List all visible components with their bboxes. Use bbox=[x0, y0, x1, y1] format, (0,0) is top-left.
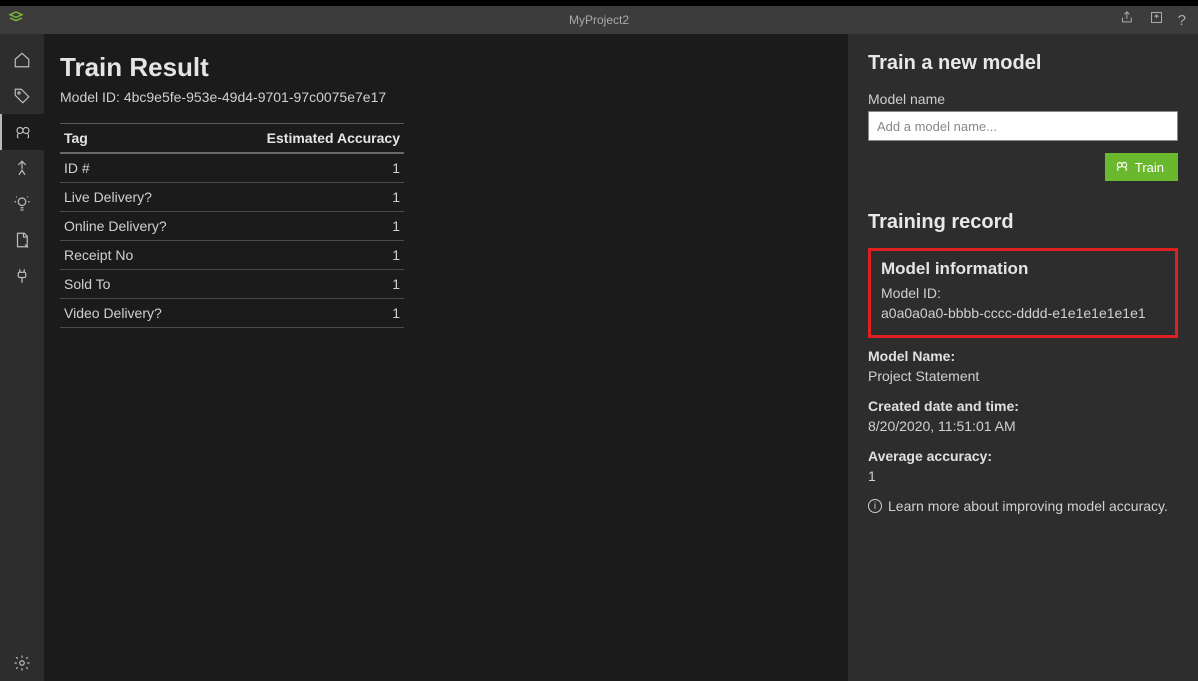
training-record-heading: Training record bbox=[868, 211, 1178, 234]
help-icon[interactable]: ? bbox=[1178, 12, 1186, 29]
model-info-highlight: Model information Model ID: a0a0a0a0-bbb… bbox=[868, 248, 1178, 338]
train-button[interactable]: Train bbox=[1105, 153, 1178, 181]
titlebar: MyProject2 ? bbox=[0, 6, 1198, 34]
created-value: 8/20/2020, 11:51:01 AM bbox=[868, 418, 1178, 434]
nav-bulb[interactable] bbox=[0, 186, 44, 222]
model-name-input[interactable] bbox=[868, 111, 1178, 141]
info-icon: i bbox=[868, 499, 882, 513]
learn-more-link[interactable]: i Learn more about improving model accur… bbox=[868, 498, 1178, 514]
page-title: Train Result bbox=[60, 52, 818, 83]
nav-compose[interactable] bbox=[0, 150, 44, 186]
model-id-value: a0a0a0a0-bbbb-cccc-dddd-e1e1e1e1e1e1 bbox=[881, 305, 1165, 321]
results-table: Tag Estimated Accuracy ID #1Live Deliver… bbox=[60, 123, 404, 328]
model-info-heading: Model information bbox=[881, 259, 1165, 279]
model-name-value: Project Statement bbox=[868, 368, 1178, 384]
col-tag: Tag bbox=[60, 124, 211, 154]
created-label: Created date and time: bbox=[868, 398, 1178, 414]
col-accuracy: Estimated Accuracy bbox=[211, 124, 404, 154]
model-name-label: Model Name: bbox=[868, 348, 1178, 364]
brain-icon bbox=[1115, 159, 1129, 176]
table-row: Video Delivery?1 bbox=[60, 299, 404, 328]
nav-plug[interactable] bbox=[0, 258, 44, 294]
update-icon[interactable] bbox=[1149, 10, 1164, 30]
nav-home[interactable] bbox=[0, 42, 44, 78]
nav-settings[interactable] bbox=[0, 645, 44, 681]
table-row: Online Delivery?1 bbox=[60, 212, 404, 241]
table-row: ID #1 bbox=[60, 153, 404, 183]
window-title: MyProject2 bbox=[569, 13, 629, 27]
right-panel: Train a new model Model name Train Train… bbox=[848, 34, 1198, 681]
nav-tag[interactable] bbox=[0, 78, 44, 114]
sidebar bbox=[0, 34, 44, 681]
main-content: Train Result Model ID: 4bc9e5fe-953e-49d… bbox=[44, 34, 848, 681]
modelname-label: Model name bbox=[868, 91, 1178, 107]
avg-acc-value: 1 bbox=[868, 468, 1178, 484]
nav-document[interactable] bbox=[0, 222, 44, 258]
table-row: Receipt No1 bbox=[60, 241, 404, 270]
table-row: Sold To1 bbox=[60, 270, 404, 299]
nav-train[interactable] bbox=[0, 114, 44, 150]
train-heading: Train a new model bbox=[868, 52, 1178, 75]
model-id-line: Model ID: 4bc9e5fe-953e-49d4-9701-97c007… bbox=[60, 89, 818, 105]
table-row: Live Delivery?1 bbox=[60, 183, 404, 212]
avg-acc-label: Average accuracy: bbox=[868, 448, 1178, 464]
app-logo-icon bbox=[8, 10, 24, 31]
share-icon[interactable] bbox=[1120, 10, 1135, 30]
model-id-label: Model ID: bbox=[881, 285, 1165, 301]
